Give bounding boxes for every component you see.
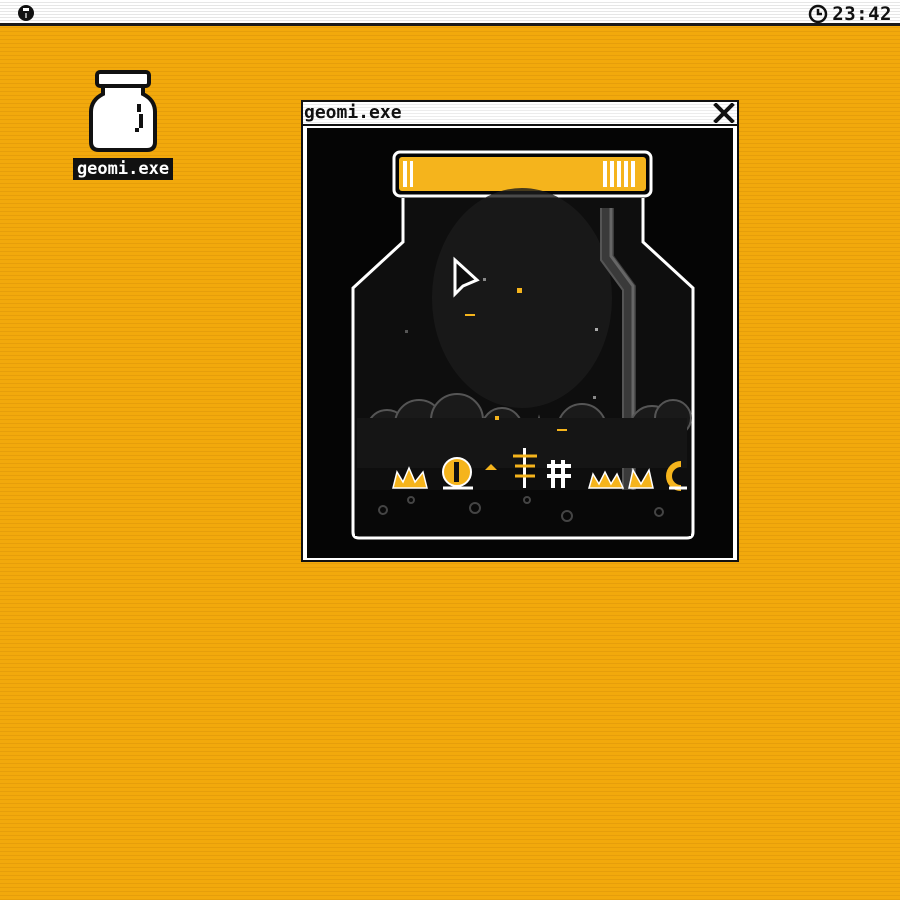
terrarium-jar-scene [351,150,695,540]
menu-bar: 23:42 [0,0,900,26]
bug-logo-icon[interactable] [17,4,35,22]
desktop-icon-label: geomi.exe [72,158,174,180]
desktop-icon-geomi[interactable]: geomi.exe [60,70,186,180]
jar-icon [89,70,157,152]
clock-time: 23:42 [832,3,892,25]
window-title: geomi.exe [304,102,402,123]
app-window: geomi.exe [301,100,739,562]
close-icon[interactable] [713,103,735,123]
window-titlebar[interactable]: geomi.exe [303,102,737,126]
terrarium-view[interactable] [307,128,733,558]
jar-soil [355,490,691,536]
menu-clock: 23:42 [808,3,892,25]
jar-glow [432,188,612,408]
clock-icon [809,4,828,24]
